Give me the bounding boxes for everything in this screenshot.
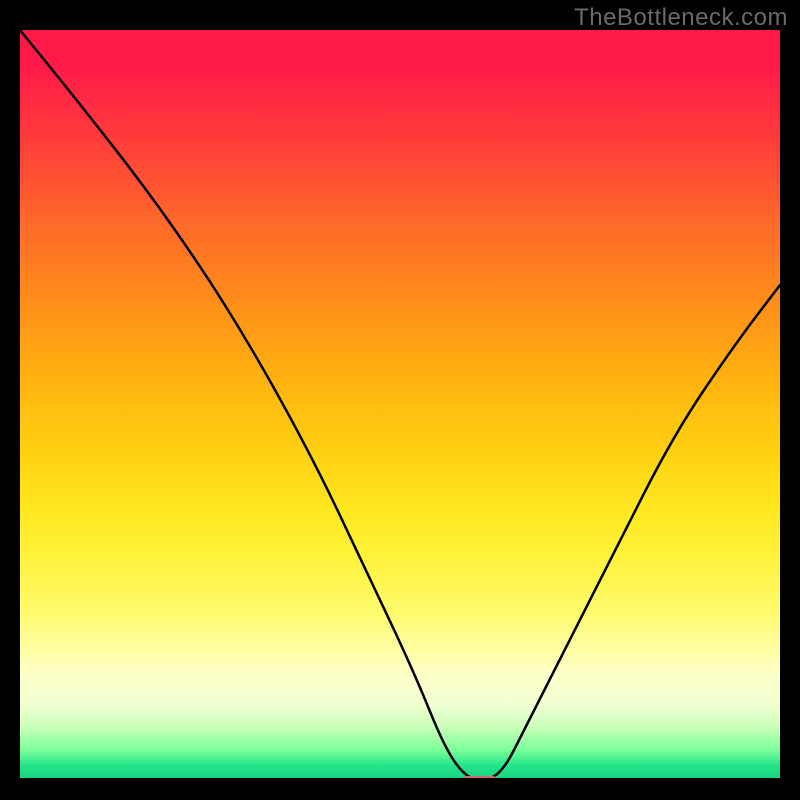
chart-frame: TheBottleneck.com: [0, 0, 800, 800]
bottleneck-curve: [20, 30, 780, 780]
watermark-text: TheBottleneck.com: [574, 4, 788, 32]
plot-area: [20, 30, 780, 780]
x-axis-baseline: [20, 778, 780, 780]
curve-path: [20, 30, 780, 780]
